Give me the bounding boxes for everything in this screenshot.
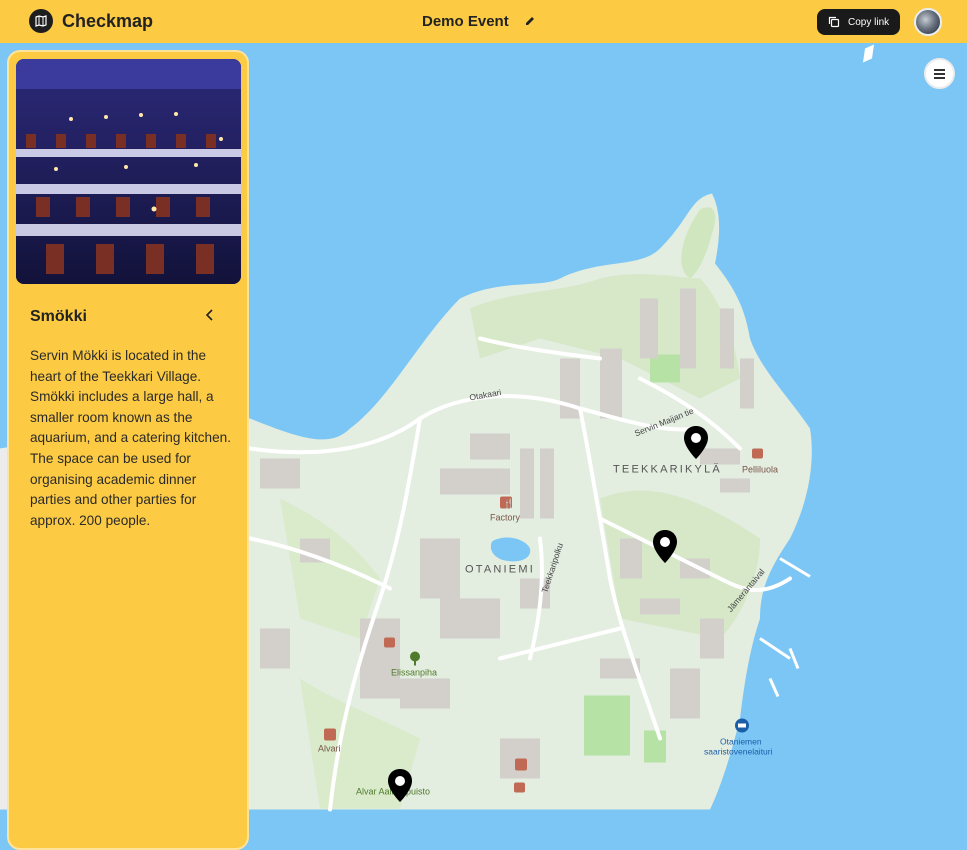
cafe-icon: [514, 782, 525, 793]
app-title[interactable]: Checkmap: [62, 11, 153, 32]
restaurant-icon: [324, 728, 336, 741]
map-pin-smokki[interactable]: [683, 425, 709, 461]
copy-link-label: Copy link: [848, 17, 890, 28]
pencil-icon[interactable]: [524, 15, 536, 27]
layers-menu-button[interactable]: [924, 58, 955, 89]
place-description: Servin Mökki is located in the heart of …: [30, 348, 232, 528]
avatar[interactable]: [914, 8, 942, 36]
label-alvari: Alvari: [318, 744, 341, 754]
label-otaniemi: OTANIEMI: [465, 564, 535, 576]
menu-icon: [934, 69, 945, 79]
map-icon[interactable]: [29, 9, 53, 33]
chevron-left-icon[interactable]: [205, 309, 215, 321]
restaurant-icon: [515, 758, 527, 771]
label-teekkarikyla: TEEKKARIKYLÄ: [613, 464, 722, 476]
cafe-icon: [384, 637, 395, 648]
map-pin-location[interactable]: [652, 529, 678, 565]
copy-link-button[interactable]: Copy link: [817, 9, 900, 35]
map-pin-alvar-park[interactable]: [387, 768, 413, 804]
copy-icon: [828, 16, 840, 28]
label-ferry-1: Otaniemen: [720, 737, 762, 747]
place-title: Smökki: [30, 308, 87, 325]
label-pelliluola: Pelliluola: [742, 465, 778, 475]
label-factory: Factory: [490, 513, 521, 523]
place-sidebar: Smökki Servin Mökki is located in the he…: [7, 50, 249, 850]
label-ferry-2: saaristovenelaituri: [704, 747, 773, 757]
label-elissanpiha: Elissanpiha: [391, 668, 437, 678]
place-photo: [16, 59, 241, 284]
restaurant-icon: 🍴: [500, 496, 514, 510]
event-title: Demo Event: [422, 13, 509, 30]
svg-text:🍴: 🍴: [503, 498, 514, 510]
ferry-icon: [735, 718, 749, 733]
top-bar: Checkmap Demo Event Copy link: [0, 0, 967, 43]
cafe-icon: [752, 448, 763, 459]
